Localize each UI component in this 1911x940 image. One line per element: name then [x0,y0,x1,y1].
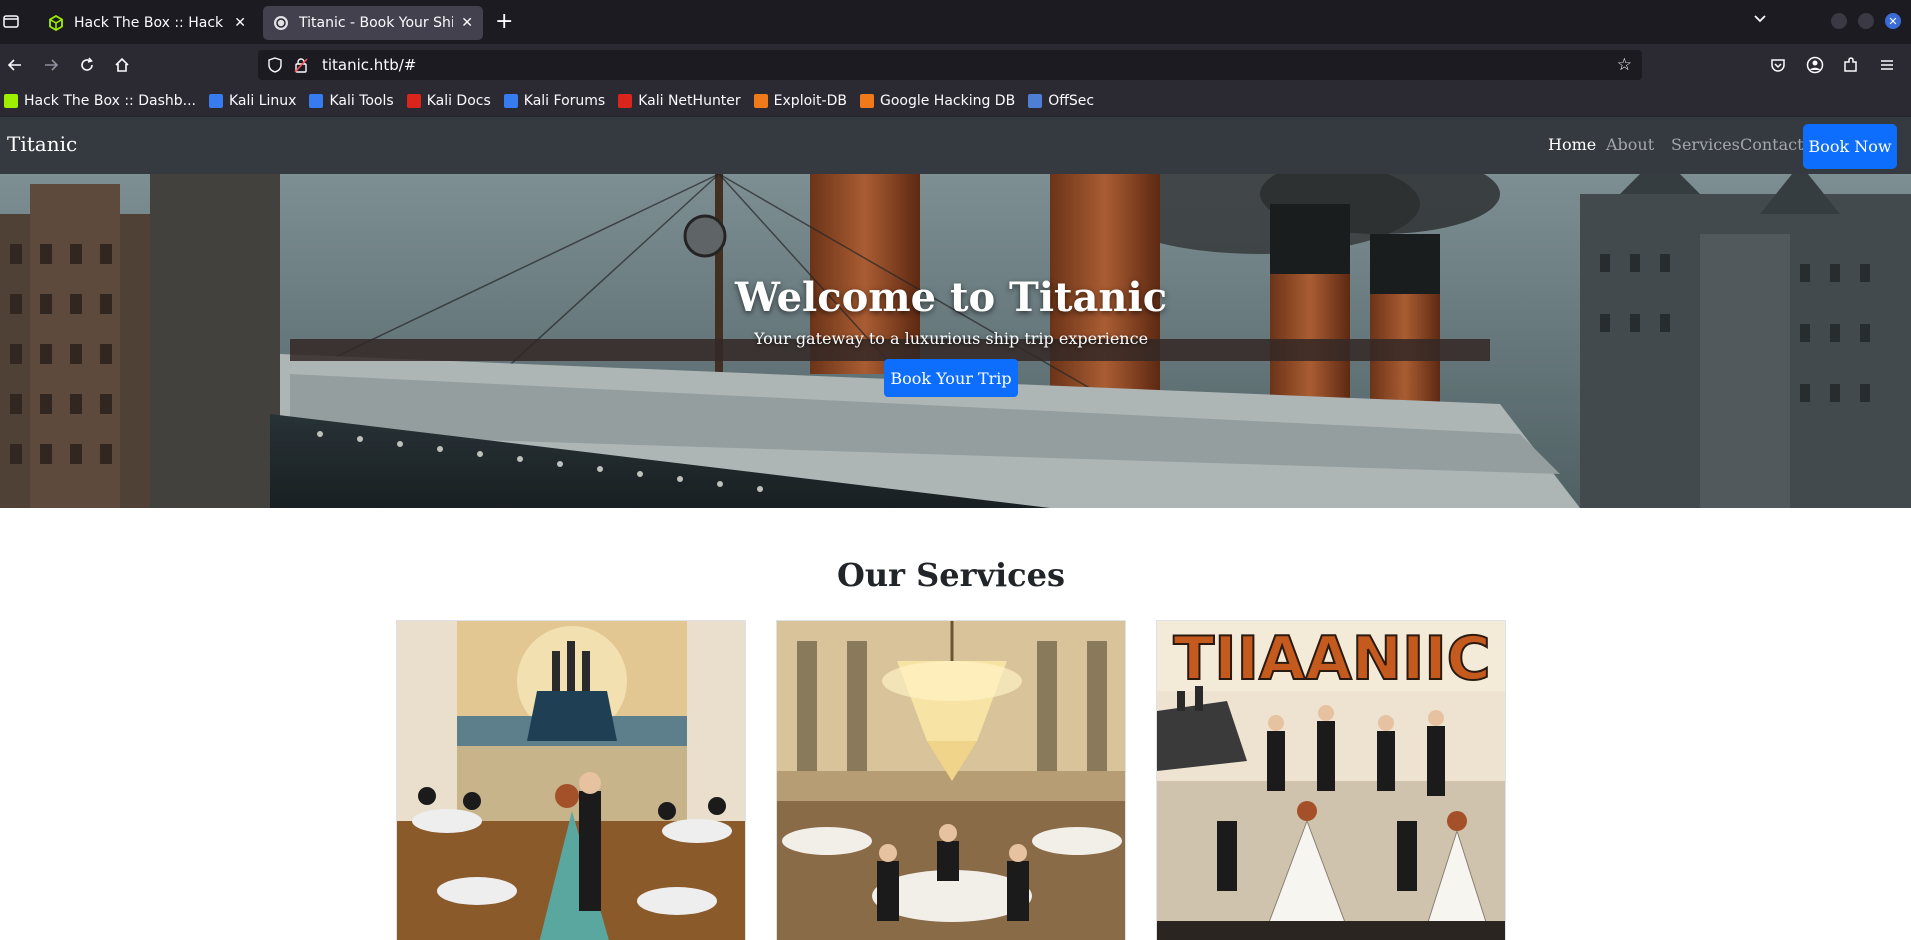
back-arrow-icon[interactable] [3,53,27,77]
nav-link-about[interactable]: About [1606,135,1654,154]
pocket-icon[interactable] [1767,54,1789,76]
bookmark-hackthebox[interactable]: Hack The Box :: Dashb... [4,93,196,109]
book-your-trip-button[interactable]: Book Your Trip [884,359,1018,397]
tab-title: Hack The Box :: Hack The Box [74,15,226,31]
bookmark-label: Kali Docs [426,93,491,109]
site-favicon-icon [273,15,289,31]
bookmark-kali-forums[interactable]: Kali Forums [503,93,606,109]
address-bar[interactable]: titanic.htb/# ☆ [258,50,1642,80]
page-viewport: Titanic Home About Services Contact Book… [0,116,1911,940]
bookmark-label: Hack The Box :: Dashb... [24,93,196,109]
kali-nethunter-icon [618,94,633,108]
ballroom-dancing-image [397,621,745,940]
exploit-db-icon [753,94,768,108]
nav-link-contact[interactable]: Contact [1740,135,1804,154]
close-window-icon[interactable]: ✕ [1885,13,1901,29]
close-tab-icon[interactable]: ✕ [461,15,473,31]
bookmark-label: Kali Linux [228,93,297,109]
chevron-down-icon[interactable] [1752,10,1768,30]
titanic-show-poster-image: TIIAANIIC [1157,621,1505,940]
service-card-dining[interactable] [776,620,1126,940]
tab-hack-the-box[interactable]: Hack The Box :: Hack The Box ✕ [38,6,256,40]
bookmark-kali-linux[interactable]: Kali Linux [208,93,297,109]
bookmark-label: Kali Tools [329,93,394,109]
service-card-ballroom[interactable] [396,620,746,940]
bookmark-google-hacking-db[interactable]: Google Hacking DB [859,93,1016,109]
chandelier-dining-image [777,621,1125,940]
maximize-window-icon[interactable] [1858,13,1874,29]
book-now-button[interactable]: Book Now [1803,124,1897,169]
hackthebox-icon [4,94,18,108]
reload-icon[interactable] [75,53,99,77]
bookmark-kali-nethunter[interactable]: Kali NetHunter [618,93,741,109]
bookmark-kali-tools[interactable]: Kali Tools [309,93,394,109]
kali-forums-icon [503,94,518,108]
nav-link-home[interactable]: Home [1548,135,1596,154]
hero-title: Welcome to Titanic [734,274,1168,321]
bookmark-label: Kali Forums [523,93,606,109]
hero-section: Welcome to Titanic Your gateway to a lux… [0,174,1911,508]
kali-dragon-icon [208,94,223,108]
nav-link-services[interactable]: Services [1671,135,1740,154]
close-tab-icon[interactable]: ✕ [234,15,246,31]
ghdb-icon [859,94,874,108]
bookmark-label: Google Hacking DB [879,93,1016,109]
insecure-lock-icon[interactable] [294,57,308,73]
forward-arrow-icon[interactable] [39,53,63,77]
bookmark-label: OffSec [1048,93,1095,109]
services-heading: Our Services [836,556,1066,594]
hackthebox-favicon-icon [48,15,64,31]
tab-titanic[interactable]: Titanic - Book Your Ship Trip ✕ [263,6,483,40]
tab-list-icon[interactable] [2,12,20,34]
hero-subtitle: Your gateway to a luxurious ship trip ex… [753,329,1149,348]
menu-hamburger-icon[interactable] [1876,54,1898,76]
browser-tab-bar: Hack The Box :: Hack The Box ✕ Titanic -… [0,0,1911,44]
kali-tools-icon [309,94,324,108]
kali-docs-icon [406,94,421,108]
poster-text: TIIAANIIC [1173,624,1490,694]
bookmark-offsec[interactable]: OffSec [1028,93,1094,109]
site-brand[interactable]: Titanic [7,132,77,156]
service-card-entertainment[interactable]: TIIAANIIC [1156,620,1506,940]
bookmark-label: Kali NetHunter [638,93,741,109]
offsec-icon [1028,94,1043,108]
bookmark-label: Exploit-DB [773,93,847,109]
tab-title: Titanic - Book Your Ship Trip [299,15,454,31]
minimize-window-icon[interactable] [1831,13,1847,29]
url-text: titanic.htb/# [322,56,417,74]
browser-toolbar: titanic.htb/# ☆ [0,44,1911,86]
site-navbar: Titanic Home About Services Contact Book… [0,116,1911,174]
bookmark-star-icon[interactable]: ☆ [1617,55,1632,75]
new-tab-plus-icon[interactable]: + [495,10,513,34]
account-icon[interactable] [1804,54,1826,76]
bookmark-kali-docs[interactable]: Kali Docs [406,93,491,109]
home-icon[interactable] [110,53,134,77]
extensions-icon[interactable] [1840,54,1862,76]
bookmarks-toolbar: Hack The Box :: Dashb... Kali Linux Kali… [0,86,1911,116]
bookmark-exploit-db[interactable]: Exploit-DB [753,93,847,109]
tracking-shield-icon[interactable] [268,57,282,73]
